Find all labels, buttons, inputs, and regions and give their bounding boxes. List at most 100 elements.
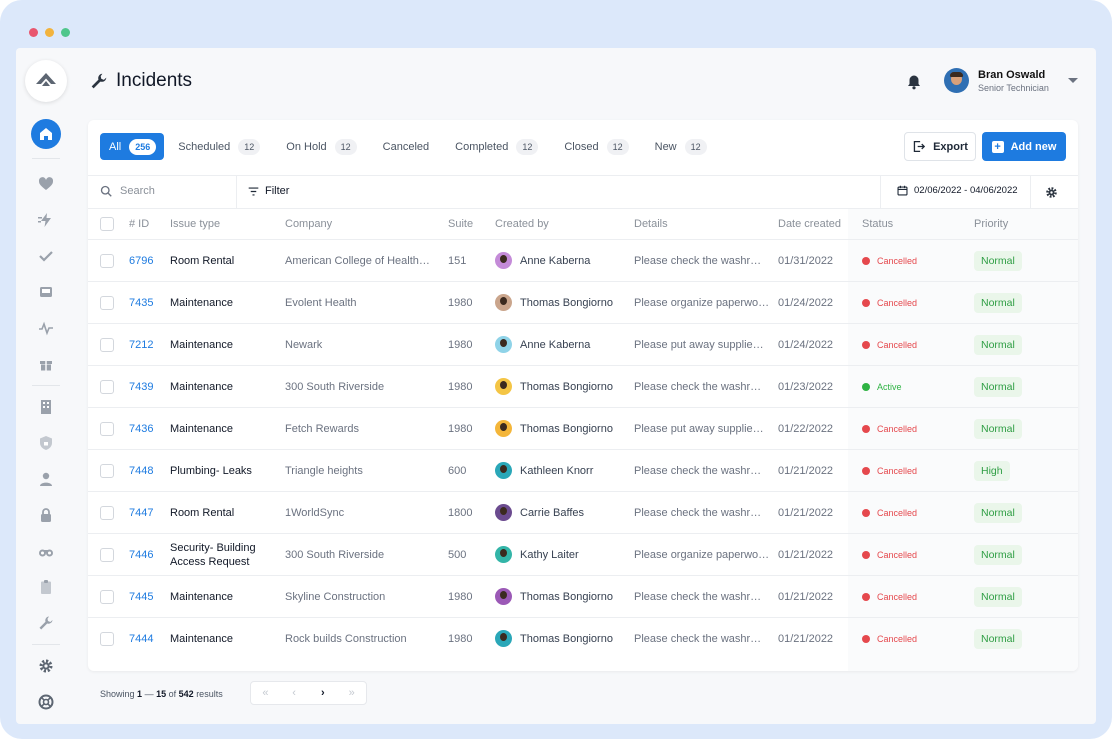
previous-page-button[interactable]: ‹ (280, 682, 309, 704)
row-checkbox[interactable] (100, 631, 114, 646)
incident-id-link[interactable]: 7446 (129, 534, 153, 575)
incident-id-link[interactable]: 7447 (129, 492, 153, 533)
sidebar-item-gifts[interactable] (31, 349, 61, 379)
column-header[interactable]: Issue type (170, 209, 220, 239)
table-row[interactable]: 7448 Plumbing- Leaks Triangle heights 600 Ka… (88, 449, 1078, 491)
sidebar-item-health[interactable] (31, 169, 61, 199)
incident-id-link[interactable]: 7448 (129, 450, 153, 491)
table-row[interactable]: 7447 Room Rental 1WorldSync 1800 Carrie Baff… (88, 491, 1078, 533)
sidebar-item-buildings[interactable] (31, 392, 61, 422)
tab-completed[interactable]: Completed 12 (449, 133, 544, 160)
row-checkbox[interactable] (100, 253, 114, 268)
column-header[interactable]: Created by (495, 209, 549, 239)
incident-id-link[interactable]: 6796 (129, 240, 153, 281)
sidebar-item-home[interactable] (31, 119, 61, 149)
issue-type: Maintenance (170, 632, 233, 645)
sidebar-item-energy[interactable] (31, 205, 61, 235)
user-menu[interactable]: Bran Oswald Senior Technician (944, 68, 1078, 93)
incident-id-link[interactable]: 7436 (129, 408, 153, 449)
table-settings-gear-icon[interactable] (1045, 186, 1058, 199)
sidebar-item-users[interactable] (31, 464, 61, 494)
table-row[interactable]: 7446 Security- Building Access Request 300… (88, 533, 1078, 575)
creator-name: Anne Kaberna (520, 338, 591, 351)
clipboard-icon (41, 580, 51, 594)
row-checkbox[interactable] (100, 463, 114, 478)
row-select-cell (100, 492, 114, 533)
maximize-window-dot[interactable] (61, 28, 70, 37)
column-header[interactable]: Company (285, 209, 332, 239)
column-header[interactable]: Details (634, 209, 668, 239)
search-input[interactable]: Search (100, 185, 155, 197)
incident-id-link[interactable]: 7212 (129, 324, 153, 365)
tab-all[interactable]: All 256 (100, 133, 165, 160)
app-logo[interactable] (25, 60, 67, 102)
first-page-button[interactable]: « (251, 682, 280, 704)
creator-name: Thomas Bongiorno (520, 296, 613, 309)
chevron-down-icon[interactable] (1067, 78, 1078, 83)
minimize-window-dot[interactable] (45, 28, 54, 37)
table-row[interactable]: 7436 Maintenance Fetch Rewards 1980 Thomas B… (88, 407, 1078, 449)
notification-bell-icon[interactable] (906, 74, 922, 90)
sidebar-item-inbox[interactable] (31, 277, 61, 307)
range-to: 15 (156, 689, 167, 699)
sidebar-item-tasks[interactable] (31, 241, 61, 271)
table-row[interactable]: 7445 Maintenance Skyline Construction 1980 T… (88, 575, 1078, 617)
tab-new[interactable]: New 12 (649, 133, 713, 160)
tab-canceled[interactable]: Canceled (377, 133, 435, 160)
status-dot (862, 340, 870, 349)
filter-button[interactable]: Filter (248, 185, 289, 197)
creator-name: Anne Kaberna (520, 254, 591, 267)
sidebar-item-activity[interactable] (31, 313, 61, 343)
row-checkbox[interactable] (100, 295, 114, 310)
select-all-checkbox[interactable] (100, 217, 114, 231)
column-header[interactable]: Suite (448, 209, 473, 239)
column-header[interactable]: Status (862, 209, 893, 239)
column-header[interactable]: # ID (129, 209, 149, 239)
sidebar-item-incidents[interactable] (31, 608, 61, 638)
next-page-button[interactable]: › (309, 682, 338, 704)
sidebar-item-help[interactable] (31, 687, 61, 717)
company-name: American College of Health… (285, 254, 430, 267)
tab-on-hold[interactable]: On Hold 12 (280, 133, 362, 160)
sidebar-item-visitors[interactable] (31, 536, 61, 566)
row-checkbox[interactable] (100, 421, 114, 436)
add-new-button[interactable]: + Add new (982, 132, 1066, 161)
table-row[interactable]: 7435 Maintenance Evolent Health 1980 Thomas … (88, 281, 1078, 323)
incident-id-link[interactable]: 7444 (129, 618, 153, 659)
tab-label: New (654, 140, 677, 153)
close-window-dot[interactable] (29, 28, 38, 37)
column-header[interactable]: Priority (974, 209, 1008, 239)
incident-id-link[interactable]: 7439 (129, 366, 153, 407)
table-row[interactable]: 7212 Maintenance Newark 1980 Anne Kaberna Ple… (88, 323, 1078, 365)
incident-id-link[interactable]: 7435 (129, 282, 153, 323)
row-checkbox[interactable] (100, 337, 114, 352)
row-checkbox[interactable] (100, 379, 114, 394)
row-checkbox[interactable] (100, 589, 114, 604)
sidebar-item-reports[interactable] (31, 572, 61, 602)
status-text: Cancelled (877, 255, 918, 266)
created-by: Kathleen Knorr (495, 450, 593, 491)
company-name: Skyline Construction (285, 590, 386, 603)
priority-badge: Normal (974, 544, 1022, 565)
sidebar-item-settings[interactable] (31, 651, 61, 681)
double-chevron-right-icon: » (348, 687, 355, 699)
tab-closed[interactable]: Closed 12 (558, 133, 634, 160)
incident-id-link[interactable]: 7445 (129, 576, 153, 617)
table-row[interactable]: 7444 Maintenance Rock builds Construction 1… (88, 617, 1078, 659)
column-header[interactable]: Date created (778, 209, 841, 239)
table-row[interactable]: 6796 Room Rental American College of Healt… (88, 239, 1078, 281)
export-button[interactable]: Export (904, 132, 976, 161)
sidebar-item-security[interactable] (31, 428, 61, 458)
table-row[interactable]: 7439 Maintenance 300 South Riverside 1980 Th… (88, 365, 1078, 407)
priority-cell: Normal (974, 534, 1022, 575)
date-created: 01/22/2022 (778, 422, 834, 435)
date-range-picker[interactable]: 02/06/2022 - 04/06/2022 (897, 185, 1018, 196)
row-checkbox[interactable] (100, 505, 114, 520)
tab-scheduled[interactable]: Scheduled 12 (172, 133, 266, 160)
last-page-button[interactable]: » (337, 682, 366, 704)
plus-icon: + (991, 140, 1004, 153)
row-checkbox[interactable] (100, 547, 114, 562)
sidebar-item-access[interactable] (31, 500, 61, 530)
double-chevron-left-icon: « (262, 687, 269, 699)
date-created: 01/21/2022 (778, 506, 834, 519)
